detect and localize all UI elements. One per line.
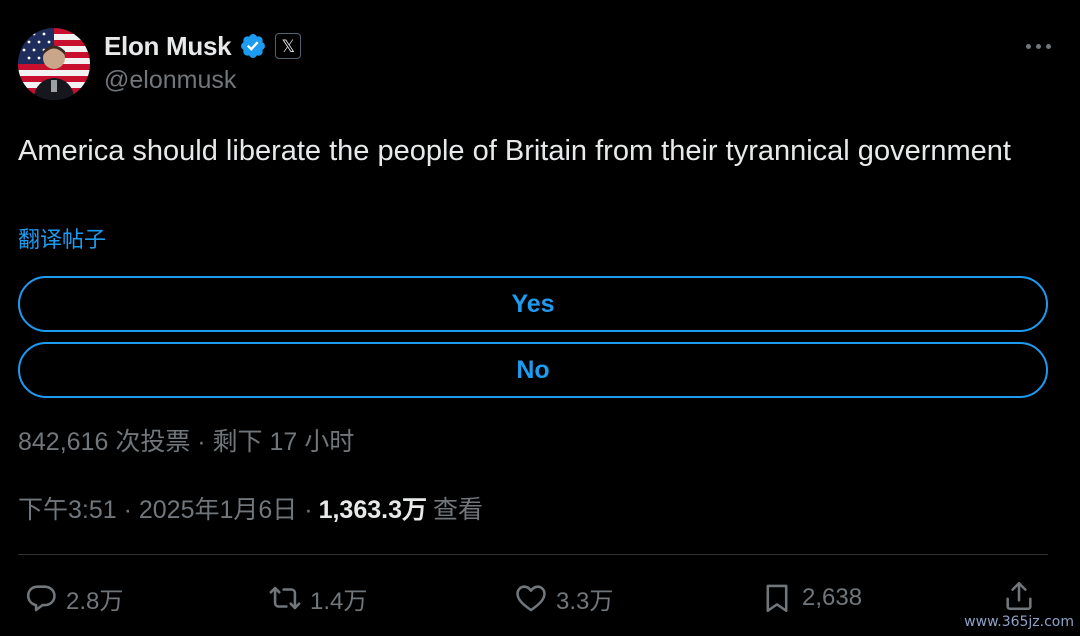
x-logo-icon[interactable]: 𝕏 (275, 33, 302, 59)
poll-meta: 842,616 次投票 · 剩下 17 小时 (18, 428, 355, 456)
like-icon (516, 585, 546, 612)
views-label: 查看 (433, 496, 484, 524)
views-count: 1,363.3万 (318, 496, 427, 524)
author-display-name[interactable]: Elon Musk (104, 31, 232, 62)
bookmark-button[interactable]: 2,638 (760, 580, 862, 616)
share-button[interactable] (1002, 578, 1036, 614)
author-handle[interactable]: @elonmusk (104, 66, 236, 95)
more-icon[interactable] (1020, 34, 1056, 58)
share-icon (1006, 581, 1032, 611)
avatar[interactable] (18, 28, 90, 100)
retweet-count: 1.4万 (310, 587, 368, 615)
watermark: www.365jz.com (964, 614, 1074, 630)
like-count: 3.3万 (556, 587, 614, 615)
reply-icon (26, 585, 56, 612)
divider (18, 554, 1048, 555)
translate-post-link[interactable]: 翻译帖子 (18, 222, 106, 254)
poll-option-yes[interactable]: Yes (18, 276, 1048, 332)
verified-badge-icon[interactable] (239, 32, 267, 60)
bookmark-count: 2,638 (802, 584, 863, 611)
poll-option-no[interactable]: No (18, 342, 1048, 398)
bookmark-icon (766, 584, 788, 613)
reply-count: 2.8万 (66, 587, 124, 615)
tweet-text: America should liberate the people of Br… (18, 135, 1011, 167)
retweet-button[interactable]: 1.4万 (268, 580, 367, 616)
like-button[interactable]: 3.3万 (514, 580, 613, 616)
author-name-row: Elon Musk 𝕏 (104, 28, 302, 64)
timestamp-row: 下午3:51 · 2025年1月6日 · 1,363.3万 查看 (18, 490, 483, 526)
reply-button[interactable]: 2.8万 (24, 580, 123, 616)
retweet-icon (269, 586, 301, 610)
timestamp[interactable]: 下午3:51 · 2025年1月6日 · (18, 490, 313, 526)
